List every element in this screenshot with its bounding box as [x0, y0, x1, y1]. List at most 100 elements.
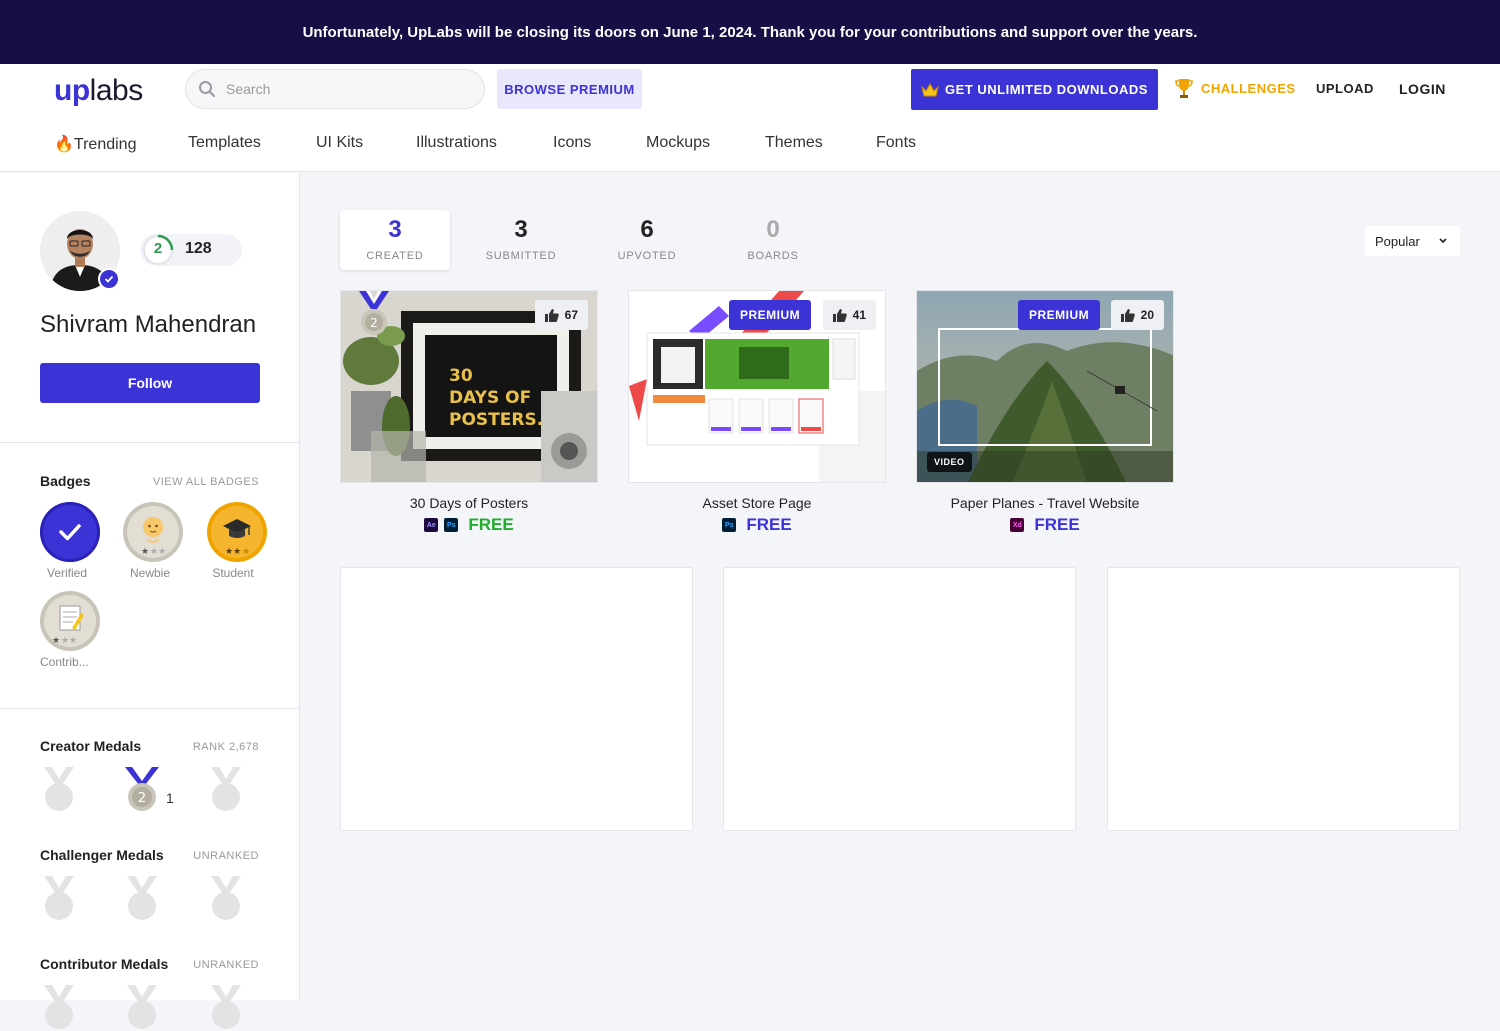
search-icon [199, 81, 215, 97]
shot-title[interactable]: 30 Days of Posters [340, 495, 598, 511]
challenges-link[interactable]: CHALLENGES [1174, 77, 1296, 99]
adobe-xd-icon: Xd [1010, 518, 1025, 532]
premium-badge: PREMIUM [729, 300, 812, 330]
silver-medal-count: 1 [166, 790, 174, 806]
get-unlimited-downloads-button[interactable]: GET UNLIMITED DOWNLOADS [911, 69, 1158, 110]
tab-submitted[interactable]: 3 SUBMITTED [466, 210, 576, 270]
login-link[interactable]: LOGIN [1399, 81, 1446, 97]
category-icons[interactable]: Icons [553, 134, 646, 154]
svg-text:★★: ★★ [150, 547, 166, 557]
svg-text:POSTERS.: POSTERS. [449, 410, 543, 430]
tab-count: 3 [388, 216, 402, 243]
badge-contributor[interactable]: ★ ★★ [40, 591, 100, 651]
placeholder-card [340, 567, 693, 831]
shot-card[interactable]: 30 DAYS OF POSTERS. 2 67 30 Days of Post… [340, 290, 598, 535]
svg-text:DAYS OF: DAYS OF [449, 388, 531, 408]
medal-empty-icon [44, 876, 74, 920]
view-all-badges-link[interactable]: VIEW ALL BADGES [153, 476, 259, 488]
tab-count: 3 [514, 216, 528, 243]
placeholder-card [723, 567, 1076, 831]
chevron-down-icon [1439, 238, 1447, 244]
category-templates[interactable]: Templates [188, 134, 316, 154]
like-count: 41 [852, 308, 866, 322]
category-nav: 🔥Trending Templates UI Kits Illustration… [54, 134, 916, 154]
badges-title: Badges [40, 473, 91, 489]
badge-newbie[interactable]: ★ ★★ [123, 502, 183, 562]
shot-meta: Ae Ps FREE [340, 515, 598, 535]
sort-select[interactable]: Popular [1365, 226, 1460, 256]
svg-text:★: ★ [242, 547, 250, 557]
bronze-medal-empty-icon [211, 767, 241, 811]
like-button[interactable]: 41 [822, 300, 876, 330]
tab-label: BOARDS [747, 250, 799, 262]
main-content: 3 CREATED 3 SUBMITTED 6 UPVOTED 0 BOARDS… [301, 173, 1500, 1000]
tab-label: CREATED [366, 250, 424, 262]
price-label: FREE [1034, 515, 1080, 534]
shot-card[interactable]: PREMIUM 20 VIDEO Paper Planes - Travel W… [916, 290, 1174, 535]
verified-check-icon [98, 268, 120, 290]
badge-label: Newbie [129, 566, 171, 580]
upload-link[interactable]: UPLOAD [1316, 81, 1374, 96]
medal-empty-icon [211, 876, 241, 920]
challenger-medals-title: Challenger Medals [40, 847, 164, 863]
svg-text:2: 2 [138, 791, 146, 806]
search-box[interactable] [185, 69, 485, 109]
photoshop-icon: Ps [722, 518, 737, 532]
category-fonts[interactable]: Fonts [876, 134, 916, 154]
shot-thumbnail[interactable]: 30 DAYS OF POSTERS. 2 67 [340, 290, 598, 483]
category-mockups[interactable]: Mockups [646, 134, 765, 154]
shot-thumbnail[interactable]: PREMIUM 41 [628, 290, 886, 483]
shot-meta: Ps FREE [628, 515, 886, 535]
search-input[interactable] [226, 81, 466, 97]
uplabs-logo[interactable]: uplabs [54, 74, 143, 108]
profile-sidebar: 2 128 Shivram Mahendran Follow Badges VI… [0, 173, 300, 1029]
like-count: 20 [1140, 308, 1154, 322]
price-label: FREE [468, 515, 514, 534]
crown-icon [921, 82, 939, 96]
tab-label: SUBMITTED [485, 250, 557, 262]
medal-empty-icon [211, 985, 241, 1029]
shot-meta: Xd FREE [916, 515, 1174, 535]
poster-text: 30 [449, 366, 473, 386]
banner-text: Unfortunately, UpLabs will be closing it… [302, 23, 1198, 41]
divider [0, 708, 300, 709]
category-ui-kits[interactable]: UI Kits [316, 134, 416, 154]
like-button[interactable]: 67 [534, 300, 588, 330]
badge-student[interactable]: ★★ ★ [207, 502, 267, 562]
like-button[interactable]: 20 [1110, 300, 1164, 330]
trophy-icon [1175, 79, 1193, 98]
browse-premium-button[interactable]: BROWSE PREMIUM [497, 69, 642, 109]
badge-label: Student [212, 566, 254, 580]
silver-medal-icon: 2 [359, 291, 389, 335]
follow-button[interactable]: Follow [40, 363, 260, 403]
tab-upvoted[interactable]: 6 UPVOTED [592, 210, 702, 270]
thumbs-up-icon [1120, 309, 1135, 322]
tab-created[interactable]: 3 CREATED [340, 210, 450, 270]
thumbs-up-icon [832, 309, 847, 322]
medal-empty-icon [44, 985, 74, 1029]
contributor-medals-title: Contributor Medals [40, 956, 169, 972]
shot-title[interactable]: Asset Store Page [628, 495, 886, 511]
closing-banner: Unfortunately, UpLabs will be closing it… [0, 0, 1500, 64]
shot-card[interactable]: PREMIUM 41 Asset Store Page Ps FREE [628, 290, 886, 535]
shot-thumbnail[interactable]: PREMIUM 20 VIDEO [916, 290, 1174, 483]
category-trending[interactable]: 🔥Trending [54, 134, 188, 154]
price-label: FREE [746, 515, 792, 534]
check-icon [59, 524, 81, 541]
sort-value: Popular [1375, 233, 1420, 249]
points-count: 128 [185, 240, 212, 257]
level-number: 2 [153, 240, 163, 257]
category-themes[interactable]: Themes [765, 134, 876, 154]
baby-icon: ★ ★★ [127, 506, 179, 558]
svg-text:★: ★ [141, 547, 149, 557]
badge-label: Verified [46, 566, 88, 580]
tab-boards[interactable]: 0 BOARDS [718, 210, 828, 270]
badge-verified[interactable] [40, 502, 100, 562]
gold-medal-empty-icon [44, 767, 74, 811]
premium-badge: PREMIUM [1018, 300, 1101, 330]
shot-title[interactable]: Paper Planes - Travel Website [916, 495, 1174, 511]
svg-text:★★: ★★ [61, 636, 77, 646]
category-illustrations[interactable]: Illustrations [416, 134, 553, 154]
divider [0, 442, 300, 443]
badge-label: Contrib... [40, 655, 89, 669]
